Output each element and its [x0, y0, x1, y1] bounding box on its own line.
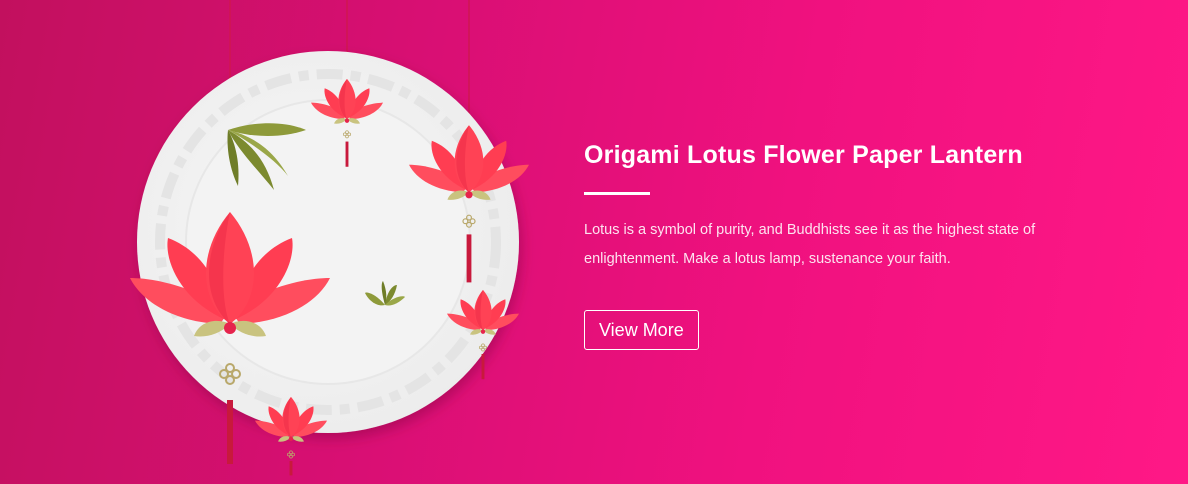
- hero-banner: Origami Lotus Flower Paper Lantern Lotus…: [0, 0, 1188, 484]
- view-more-button[interactable]: View More: [584, 310, 699, 350]
- hero-copy: Origami Lotus Flower Paper Lantern Lotus…: [584, 138, 1104, 350]
- title-divider: [584, 192, 650, 195]
- hero-description: Lotus is a symbol of purity, and Buddhis…: [584, 222, 1036, 267]
- lotus-lantern-illustration: [130, 0, 529, 476]
- hero-title: Origami Lotus Flower Paper Lantern: [584, 141, 1023, 169]
